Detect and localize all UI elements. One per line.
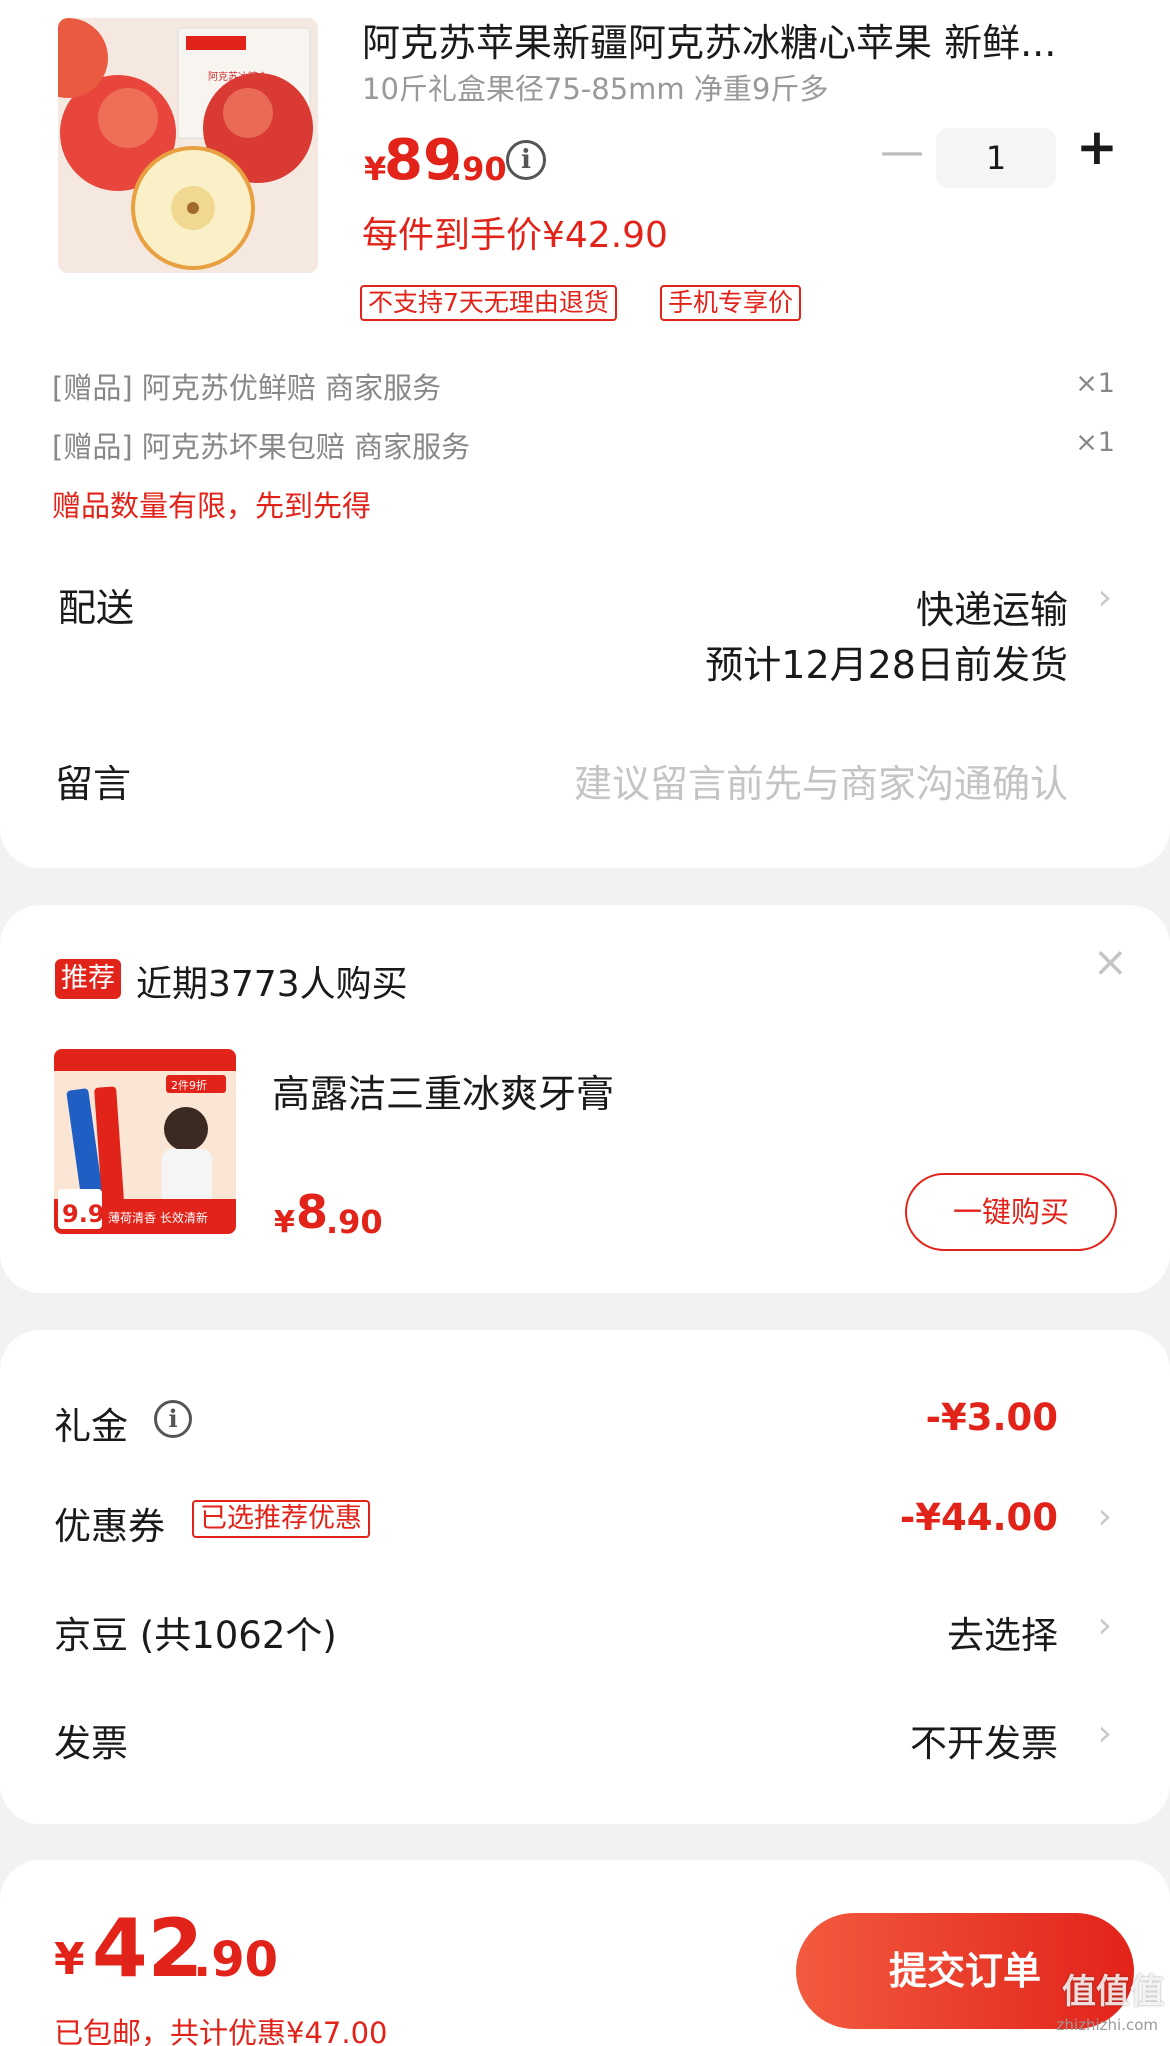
gift-item: [赠品] 阿克苏优鲜赔 商家服务: [52, 371, 442, 405]
chevron-right-icon[interactable]: ›: [1098, 1713, 1112, 1754]
invoice-label[interactable]: 发票: [54, 1713, 128, 1767]
toothpaste-slogan: 薄荷清香 长效清新: [108, 1210, 208, 1225]
invoice-select[interactable]: 不开发票: [910, 1713, 1058, 1767]
gift-money-value: -¥3.00: [925, 1396, 1058, 1439]
message-label: 留言: [55, 762, 132, 806]
product-image[interactable]: 阿克苏冰糖心: [58, 18, 318, 273]
one-click-buy-button[interactable]: 一键购买: [905, 1173, 1117, 1251]
total-integer: 42: [92, 1902, 204, 1995]
gift-quantity: ×1: [1075, 368, 1115, 399]
gift-note: 赠品数量有限，先到先得: [52, 489, 372, 523]
quantity-increase-button[interactable]: +: [1076, 118, 1118, 176]
chevron-right-icon[interactable]: ›: [1098, 1496, 1112, 1537]
chevron-right-icon[interactable]: ›: [1098, 577, 1112, 618]
message-input[interactable]: 建议留言前先与商家沟通确认: [574, 753, 1068, 808]
gift-quantity: ×1: [1075, 427, 1115, 458]
jingdou-label[interactable]: 京豆 (共1062个): [54, 1605, 337, 1659]
recommend-price-integer: 8: [296, 1185, 329, 1239]
gift-item: [赠品] 阿克苏坏果包赔 商家服务: [52, 430, 471, 464]
quantity-input[interactable]: 1: [936, 128, 1056, 188]
coupon-selected-tag: 已选推荐优惠: [192, 1500, 370, 1538]
price-currency: ¥: [364, 150, 387, 188]
shipping-method[interactable]: 快递运输: [916, 579, 1068, 634]
hand-price: 每件到手价¥42.90: [362, 215, 668, 256]
recommend-card: 推荐 近期3773人购买 × 2件9折 9.9 薄荷清香 长效清新 高露洁三重冰…: [0, 905, 1170, 1293]
watermark-url: zhizhizhi.com: [1056, 2016, 1158, 2034]
toothpaste-image[interactable]: 2件9折 9.9 薄荷清香 长效清新: [54, 1049, 236, 1234]
quantity-decrease-button[interactable]: —: [880, 126, 924, 177]
coupon-label[interactable]: 优惠券: [54, 1496, 165, 1550]
price-info-icon[interactable]: i: [506, 140, 546, 180]
recommend-product-name[interactable]: 高露洁三重冰爽牙膏: [272, 1063, 614, 1118]
total-decimal: .90: [193, 1932, 279, 1988]
coupon-value[interactable]: -¥44.00: [900, 1496, 1058, 1539]
shipping-date: 预计12月28日前发货: [705, 643, 1068, 687]
total-currency: ¥: [54, 1934, 85, 1985]
total-note: 已包邮，共计优惠¥47.00: [54, 2016, 388, 2046]
close-icon[interactable]: ×: [1093, 937, 1128, 986]
discounts-card: 礼金 i -¥3.00 优惠券 已选推荐优惠 -¥44.00 › 京豆 (共10…: [0, 1330, 1170, 1824]
no-return-tag: 不支持7天无理由退货: [360, 285, 617, 321]
recommend-price-currency: ¥: [274, 1205, 295, 1240]
chevron-right-icon[interactable]: ›: [1098, 1605, 1112, 1646]
toothpaste-promo-text: 2件9折: [171, 1078, 207, 1092]
recommend-price-decimal: .90: [326, 1203, 383, 1241]
shipping-label: 配送: [58, 586, 135, 630]
watermark-logo: 值值值: [1062, 1972, 1164, 2012]
recommend-badge: 推荐: [55, 959, 121, 999]
product-title[interactable]: 阿克苏苹果新疆阿克苏冰糖心苹果 新鲜...: [362, 12, 1082, 67]
product-spec: 10斤礼盒果径75-85mm 净重9斤多: [362, 72, 829, 106]
checkout-bar: ¥ 42 .90 已包邮，共计优惠¥47.00 提交订单 值值值 zhizhiz…: [0, 1860, 1170, 2046]
gift-money-info-icon[interactable]: i: [154, 1400, 192, 1438]
jingdou-select[interactable]: 去选择: [947, 1605, 1058, 1659]
toothpaste-price-label: 9.9: [62, 1200, 105, 1228]
order-item-card: 阿克苏冰糖心 阿克苏苹果新疆阿克苏冰糖心苹果 新鲜... 10斤礼盒果径75-8…: [0, 0, 1170, 868]
price-decimal: .90: [450, 150, 507, 188]
mobile-price-tag: 手机专享价: [660, 285, 802, 321]
gift-money-label: 礼金: [54, 1405, 128, 1448]
recommend-title: 近期3773人购买: [136, 964, 408, 1005]
